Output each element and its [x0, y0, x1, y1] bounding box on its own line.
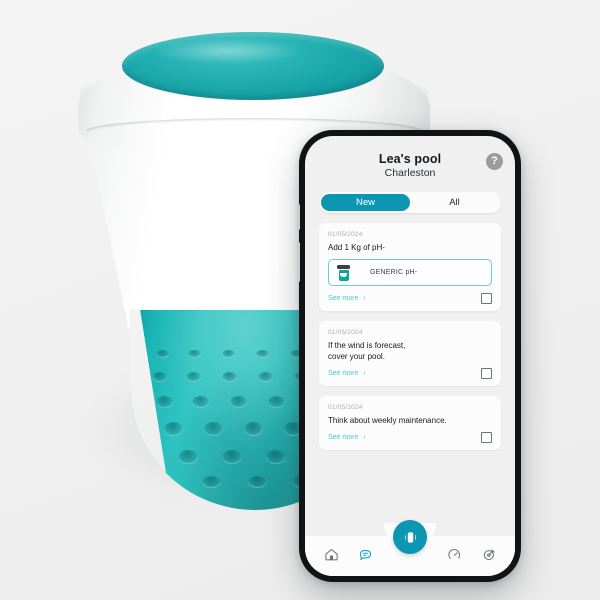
see-more-label: See more	[328, 295, 359, 303]
task-card[interactable]: 01/05/2024 Add 1 Kg of pH- GENERIC pH- S…	[319, 223, 501, 312]
chemical-bucket-icon	[337, 264, 350, 281]
device-base-hole	[244, 422, 263, 436]
nav-item-cleaner[interactable]	[479, 544, 499, 564]
nav-item-metrics[interactable]	[445, 544, 465, 564]
device-base-hole	[266, 450, 286, 464]
task-checkbox[interactable]	[481, 432, 492, 444]
task-card-list: 01/05/2024 Add 1 Kg of pH- GENERIC pH- S…	[305, 213, 515, 536]
phone-volume-up-button[interactable]	[297, 204, 300, 230]
card-footer: See more ›	[328, 368, 492, 380]
pool-cleaner-icon	[483, 548, 495, 560]
chat-bubble-icon	[359, 549, 372, 560]
device-fab-button[interactable]	[393, 520, 427, 554]
tab-new[interactable]: New	[321, 194, 410, 212]
chevron-right-icon: ›	[363, 434, 366, 442]
device-base-hole	[156, 350, 169, 358]
page-title: Lea's pool	[378, 152, 442, 166]
task-card[interactable]: 01/05/2024 If the wind is forecast, cove…	[319, 321, 501, 387]
phone-screen: Lea's pool Charleston ? New All 01/05/20…	[305, 136, 515, 576]
see-more-label: See more	[328, 370, 359, 378]
card-text: Add 1 Kg of pH-	[328, 243, 385, 253]
home-icon	[324, 548, 338, 560]
device-base-hole	[186, 372, 201, 382]
product-chip-label: GENERIC pH-	[370, 269, 418, 277]
gauge-icon	[448, 548, 461, 559]
device-base-hole	[256, 350, 269, 358]
see-more-link[interactable]: See more ›	[328, 295, 366, 302]
device-base-hole	[248, 476, 267, 488]
chevron-right-icon: ›	[363, 295, 366, 303]
device-base-hole	[178, 450, 198, 464]
device-base-hole	[192, 396, 209, 408]
bottom-navigation-bar	[305, 520, 515, 576]
device-base-hole	[268, 396, 285, 408]
nav-item-messages[interactable]	[356, 544, 376, 564]
device-base-hole	[164, 422, 183, 436]
device-base-hole	[222, 350, 235, 358]
help-icon[interactable]: ?	[486, 153, 503, 170]
see-more-link[interactable]: See more ›	[328, 434, 366, 441]
product-chip[interactable]: GENERIC pH-	[328, 259, 492, 287]
task-checkbox[interactable]	[481, 293, 492, 305]
card-footer: See more ›	[328, 293, 492, 305]
task-card[interactable]: 01/05/2024 Think about weekly maintenanc…	[319, 396, 501, 451]
card-date: 01/05/2024	[328, 231, 363, 239]
chevron-right-icon: ›	[363, 370, 366, 378]
device-base-hole	[222, 372, 237, 382]
card-date: 01/05/2024	[328, 329, 363, 337]
filter-segmented-control[interactable]: New All	[319, 192, 501, 214]
phone-mockup: Lea's pool Charleston ? New All 01/05/20…	[297, 130, 521, 582]
device-base-hole	[152, 372, 167, 382]
device-base-hole	[258, 372, 273, 382]
tab-all[interactable]: All	[410, 194, 499, 211]
card-text: Think about weekly maintenance.	[328, 416, 447, 426]
task-checkbox[interactable]	[481, 368, 492, 380]
device-base-hole	[188, 350, 201, 358]
see-more-link[interactable]: See more ›	[328, 370, 366, 377]
device-base-hole	[230, 396, 247, 408]
device-base-hole	[202, 476, 221, 488]
app-header: Lea's pool Charleston ?	[305, 136, 515, 181]
device-base-hole	[222, 450, 242, 464]
device-base-hole	[156, 396, 173, 408]
device-base-hole	[204, 422, 223, 436]
phone-volume-down-button[interactable]	[297, 242, 300, 282]
card-text: If the wind is forecast, cover your pool…	[328, 341, 406, 362]
page-subtitle: Charleston	[384, 167, 436, 180]
card-footer: See more ›	[328, 432, 492, 444]
device-top-highlight	[152, 38, 302, 64]
scene: Lea's pool Charleston ? New All 01/05/20…	[0, 0, 600, 600]
card-date: 01/05/2024	[328, 404, 363, 412]
nav-item-home[interactable]	[321, 544, 341, 564]
see-more-label: See more	[328, 434, 359, 442]
device-pod-icon	[404, 531, 416, 543]
